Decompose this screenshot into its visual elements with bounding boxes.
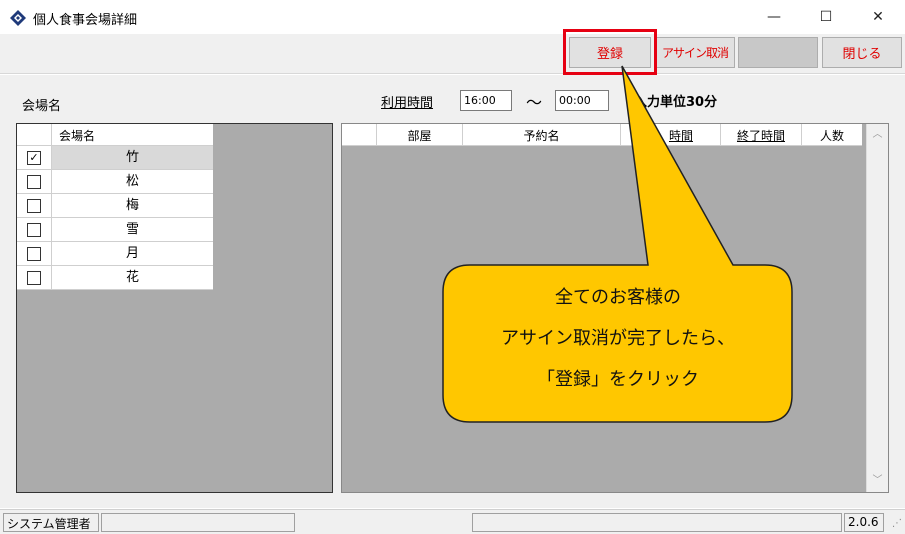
table-row[interactable]: 梅 — [17, 194, 213, 218]
row-checkbox[interactable] — [27, 199, 41, 213]
scroll-up-icon[interactable]: ︿ — [867, 126, 888, 144]
venue-name-cell[interactable]: 花 — [52, 266, 213, 289]
row-checkbox[interactable] — [27, 247, 41, 261]
table-row[interactable]: ✓ 竹 — [17, 146, 213, 170]
reservation-grid-header: 部屋 予約名 時間 終了時間 人数 — [342, 124, 862, 146]
window-close-button[interactable]: ✕ — [856, 0, 900, 34]
end-time-column-header[interactable]: 終了時間 — [721, 127, 801, 144]
app-logo-icon — [10, 10, 26, 26]
assign-cancel-button[interactable]: アサイン取消 — [655, 37, 735, 68]
register-highlight-frame — [563, 29, 657, 75]
tilde-separator: ～ — [526, 93, 543, 112]
reservation-name-column-header[interactable]: 予約名 — [463, 127, 620, 144]
callout-line: 全てのお客様の — [555, 287, 681, 308]
table-row[interactable]: 花 — [17, 266, 213, 290]
venue-name-cell[interactable]: 松 — [52, 170, 213, 193]
blank-button[interactable] — [738, 37, 818, 68]
resize-grip-icon[interactable]: ⋰ — [892, 518, 902, 529]
title-bar: 個人食事会場詳細 — ☐ ✕ — [0, 0, 905, 34]
input-unit-note: 入力単位30分 — [634, 95, 718, 110]
time-from-field[interactable]: 16:00 — [460, 90, 512, 111]
instruction-callout: 全てのお客様の アサイン取消が完了したら、 「登録」をクリック — [444, 277, 792, 400]
maximize-button[interactable]: ☐ — [804, 0, 848, 34]
venue-name-cell[interactable]: 月 — [52, 242, 213, 265]
venue-grid: 会場名 ✓ 竹 松 梅 雪 月 花 — [16, 123, 333, 493]
callout-line: アサイン取消が完了したら、 — [501, 328, 735, 349]
venue-grid-header: 会場名 — [17, 124, 213, 146]
venue-label: 会場名 — [22, 99, 62, 114]
callout-line: 「登録」をクリック — [537, 369, 699, 390]
table-row[interactable]: 月 — [17, 242, 213, 266]
minimize-button[interactable]: — — [752, 0, 796, 34]
row-checkbox[interactable] — [27, 175, 41, 189]
close-button[interactable]: 閉じる — [822, 37, 902, 68]
toolbar: 登録 アサイン取消 閉じる — [0, 34, 905, 74]
status-panel — [472, 513, 842, 532]
row-checkbox[interactable]: ✓ — [27, 151, 41, 165]
row-checkbox[interactable] — [27, 223, 41, 237]
venue-column-header[interactable]: 会場名 — [59, 127, 95, 144]
status-bar: システム管理者 2.0.6 ⋰ — [0, 509, 905, 534]
row-checkbox[interactable] — [27, 271, 41, 285]
status-user: システム管理者 — [3, 513, 99, 532]
time-label[interactable]: 利用時間 — [381, 92, 433, 111]
venue-name-cell[interactable]: 竹 — [52, 146, 213, 169]
table-row[interactable]: 雪 — [17, 218, 213, 242]
table-row[interactable]: 松 — [17, 170, 213, 194]
header-divider — [620, 124, 621, 146]
room-column-header[interactable]: 部屋 — [377, 127, 462, 144]
time-to-field[interactable]: 00:00 — [555, 90, 609, 111]
guest-count-column-header[interactable]: 人数 — [802, 127, 862, 144]
vertical-scrollbar[interactable]: ︿ ﹀ — [866, 124, 888, 492]
status-version: 2.0.6 — [844, 513, 884, 532]
window-title: 個人食事会場詳細 — [33, 13, 138, 28]
header-divider — [51, 124, 52, 146]
start-time-column-header[interactable]: 時間 — [642, 127, 720, 144]
scroll-down-icon[interactable]: ﹀ — [867, 472, 888, 490]
venue-name-cell[interactable]: 梅 — [52, 194, 213, 217]
venue-name-cell[interactable]: 雪 — [52, 218, 213, 241]
status-panel — [101, 513, 295, 532]
